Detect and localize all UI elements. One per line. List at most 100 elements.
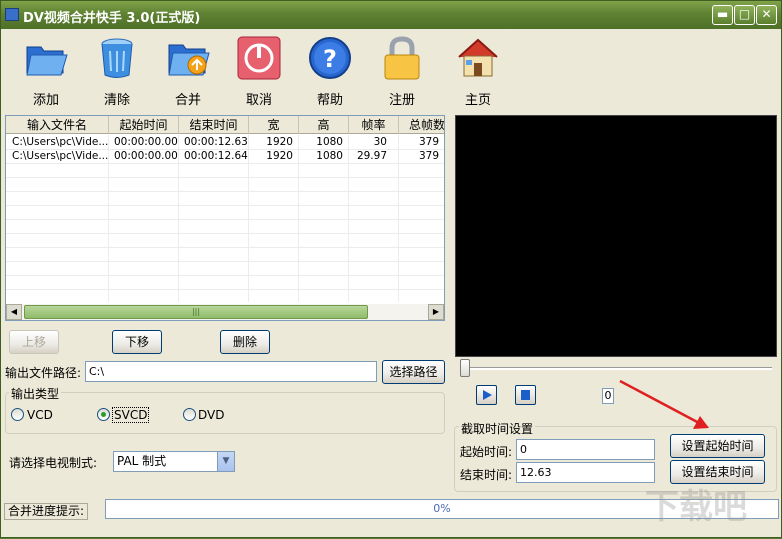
cell-filename: C:\Users\pc\Vide...: [12, 136, 108, 148]
tv-system-value: PAL 制式: [117, 454, 167, 468]
svcd-radio[interactable]: [97, 408, 110, 421]
dvd-radio-label[interactable]: DVD: [198, 408, 224, 422]
homepage-label: 主页: [464, 93, 491, 108]
start-time-input[interactable]: 0: [516, 439, 655, 460]
file-list[interactable]: 输入文件名 起始时间 结束时间 宽 高 帧率 总帧数 C:\Users\pc\V…: [5, 115, 445, 321]
add-label: 添加: [32, 93, 59, 108]
video-preview[interactable]: [455, 115, 777, 357]
column-header[interactable]: 总帧数: [399, 116, 444, 134]
dvd-radio[interactable]: [183, 408, 196, 421]
column-header[interactable]: 起始时间: [109, 116, 179, 134]
cell-start-time: 00:00:00.00: [114, 136, 178, 148]
clear-button[interactable]: 清除: [86, 33, 146, 109]
stop-button[interactable]: [515, 385, 536, 405]
cell-start-time: 00:00:00.00: [114, 150, 178, 162]
cell-end-time: 00:00:12.64: [184, 150, 248, 162]
seek-slider[interactable]: [456, 359, 778, 379]
clear-label: 清除: [103, 93, 130, 108]
cell-total-frames: 379: [418, 136, 439, 148]
cancel-button[interactable]: 取消: [228, 33, 288, 109]
move-down-button[interactable]: 下移: [112, 330, 162, 354]
horizontal-scrollbar[interactable]: ◀ ||| ▶: [6, 304, 444, 320]
help-icon: ?: [309, 37, 351, 79]
main-window: DV视频合并快手 3.0(正式版) ▬ □ ✕ 添加 清除 合并 取消 ? 帮助…: [0, 0, 782, 538]
grid-line: [6, 233, 444, 234]
output-path-input[interactable]: C:\: [85, 361, 377, 382]
cell-filename: C:\Users\pc\Vide...: [12, 150, 108, 162]
window-title: DV视频合并快手 3.0(正式版): [23, 11, 201, 26]
cell-width: 1920: [266, 136, 293, 148]
start-time-label: 起始时间:: [460, 445, 513, 459]
grid-line: [6, 191, 444, 192]
output-type-group: [5, 392, 445, 434]
stop-square-icon: [521, 390, 530, 400]
column-header[interactable]: 帧率: [349, 116, 399, 134]
output-type-group-label: 输出类型: [9, 385, 62, 402]
grid-line: [6, 177, 444, 178]
output-path-label: 输出文件路径:: [5, 366, 82, 380]
column-header[interactable]: 结束时间: [179, 116, 249, 134]
close-button[interactable]: ✕: [756, 5, 777, 25]
add-button[interactable]: 添加: [15, 33, 75, 109]
vcd-radio[interactable]: [11, 408, 24, 421]
grid-line: [6, 247, 444, 248]
merge-folder-icon: [168, 44, 210, 76]
play-button[interactable]: [476, 385, 497, 405]
grid-line: [6, 205, 444, 206]
home-icon: [458, 38, 498, 77]
svg-text:?: ?: [323, 45, 337, 73]
grid-line: [6, 289, 444, 290]
delete-button[interactable]: 删除: [220, 330, 270, 354]
cell-total-frames: 379: [418, 150, 439, 162]
stop-icon: [237, 36, 281, 80]
column-header[interactable]: 宽: [249, 116, 299, 134]
chevron-down-icon[interactable]: ▼: [217, 452, 234, 471]
cancel-label: 取消: [245, 93, 272, 108]
choose-path-button[interactable]: 选择路径: [382, 360, 445, 384]
vcd-radio-label[interactable]: VCD: [27, 408, 53, 422]
end-time-label: 结束时间:: [460, 468, 513, 482]
maximize-button[interactable]: □: [734, 5, 755, 25]
scroll-thumb[interactable]: |||: [24, 305, 368, 319]
homepage-button[interactable]: 主页: [447, 33, 507, 109]
svcd-radio-label[interactable]: SVCD: [112, 407, 150, 423]
tv-system-label: 请选择电视制式:: [9, 456, 98, 470]
trim-group-label: 截取时间设置: [459, 420, 536, 437]
set-start-time-button[interactable]: 设置起始时间: [670, 434, 765, 458]
seek-track: [460, 367, 772, 370]
register-button[interactable]: 注册: [371, 33, 431, 109]
cell-width: 1920: [266, 150, 293, 162]
merge-label: 合并: [174, 93, 201, 108]
grid-line: [6, 275, 444, 276]
title-bar[interactable]: DV视频合并快手 3.0(正式版) ▬ □ ✕: [1, 1, 781, 29]
play-icon: [483, 390, 492, 400]
grid-line: [6, 163, 444, 164]
cell-height: 1080: [316, 150, 343, 162]
cell-framerate: 29.97: [356, 150, 387, 162]
table-row[interactable]: C:\Users\pc\Vide... 00:00:00.00 00:00:12…: [6, 149, 444, 163]
help-label: 帮助: [316, 93, 343, 108]
tv-system-select[interactable]: PAL 制式 ▼: [113, 451, 235, 472]
move-up-button[interactable]: 上移: [9, 330, 59, 354]
register-label: 注册: [388, 93, 415, 108]
minimize-button[interactable]: ▬: [712, 5, 733, 25]
column-header[interactable]: 高: [299, 116, 349, 134]
table-row[interactable]: C:\Users\pc\Vide... 00:00:00.00 00:00:12…: [6, 135, 444, 149]
merge-button[interactable]: 合并: [157, 33, 217, 109]
seek-knob[interactable]: [460, 359, 470, 377]
cell-height: 1080: [316, 136, 343, 148]
column-header[interactable]: 输入文件名: [6, 116, 109, 134]
scroll-left-button[interactable]: ◀: [6, 304, 22, 320]
watermark: 下载吧: [645, 487, 747, 527]
file-list-header: 输入文件名 起始时间 结束时间 宽 高 帧率 总帧数: [6, 116, 444, 134]
grid-line: [6, 261, 444, 262]
app-icon: [5, 8, 19, 21]
cell-end-time: 00:00:12.63: [184, 136, 248, 148]
end-time-input[interactable]: 12.63: [516, 462, 655, 483]
grid-line: [6, 219, 444, 220]
recycle-bin-icon: [101, 38, 133, 78]
open-folder-icon: [26, 46, 68, 76]
scroll-right-button[interactable]: ▶: [428, 304, 444, 320]
help-button[interactable]: ? 帮助: [299, 33, 359, 109]
frame-counter: 0: [602, 388, 614, 404]
